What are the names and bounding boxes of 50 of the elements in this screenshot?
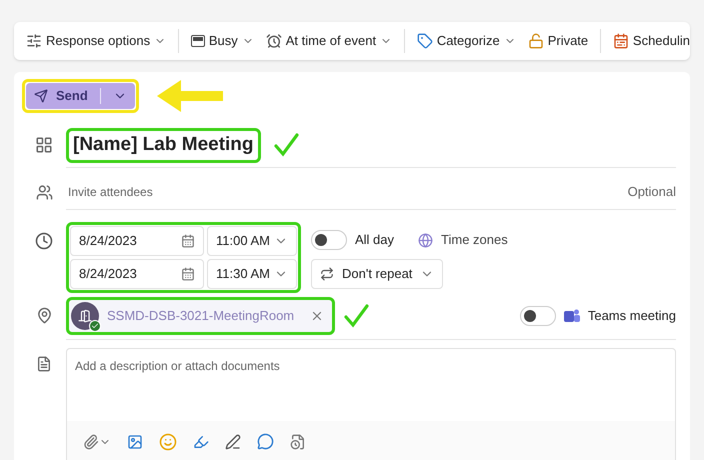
document-icon xyxy=(36,356,52,372)
pointing-arrow-drawing xyxy=(154,78,225,114)
toolbar-button[interactable]: Busy xyxy=(190,31,254,51)
toggle-switch[interactable] xyxy=(311,230,347,250)
people-icon xyxy=(36,184,52,201)
repeat-dropdown[interactable]: Don't repeat xyxy=(311,259,444,289)
check-mark-icon xyxy=(272,132,299,158)
pen-icon[interactable] xyxy=(225,434,241,450)
room-avatar xyxy=(71,302,99,330)
all-day-label: All day xyxy=(355,231,394,250)
send-button[interactable]: Send xyxy=(26,83,135,109)
calendar-icon xyxy=(181,234,195,248)
optional-link[interactable]: Optional xyxy=(628,182,676,202)
toolbar-button[interactable]: Private xyxy=(528,31,588,51)
speech-bubble-icon[interactable] xyxy=(257,433,274,450)
toolbar-button[interactable]: Response options xyxy=(26,31,166,51)
toggle-switch[interactable] xyxy=(520,306,556,326)
toolbar-button[interactable]: At time of event xyxy=(266,31,392,51)
image-icon[interactable] xyxy=(127,434,143,450)
room-name: SSMD-DSB-3021-MeetingRoom xyxy=(107,306,294,325)
toolbar-button[interactable]: Schedulin xyxy=(612,31,690,51)
teams-logo-icon xyxy=(564,308,580,324)
date-field[interactable]: 8/24/2023 xyxy=(70,226,204,256)
sliders-icon xyxy=(26,33,42,49)
invite-attendees-field[interactable]: Invite attendees xyxy=(66,183,153,201)
send-icon xyxy=(34,89,48,103)
description-placeholder: Add a description or attach documents xyxy=(74,358,281,374)
alarm-clock-icon xyxy=(266,33,282,49)
padlock-icon xyxy=(528,33,544,49)
highlighter-icon[interactable] xyxy=(193,434,209,450)
repeat-icon xyxy=(320,267,334,281)
calendar-icon xyxy=(181,266,195,280)
description-field[interactable]: Add a description or attach documents xyxy=(66,348,676,460)
clock-icon xyxy=(35,232,53,250)
check-mark-icon xyxy=(343,302,370,328)
title-field[interactable]: [Name] Lab Meeting xyxy=(66,128,261,162)
paperclip-icon xyxy=(83,434,99,450)
teams-meeting-label: Teams meeting xyxy=(588,306,676,325)
time-dropdown[interactable]: 11:30 AM xyxy=(207,258,297,288)
date-field[interactable]: 8/24/2023 xyxy=(70,258,204,288)
location-pin-icon xyxy=(36,307,52,324)
globe-icon xyxy=(418,232,434,248)
attach-button[interactable] xyxy=(83,434,111,450)
time-zones-link[interactable]: Time zones xyxy=(441,230,508,250)
toolbar-button[interactable]: Categorize xyxy=(416,31,516,51)
tag-icon xyxy=(416,33,433,49)
calendar-icon xyxy=(612,33,629,49)
document-clock-icon[interactable] xyxy=(290,434,306,450)
time-dropdown[interactable]: 11:00 AM xyxy=(207,226,297,256)
grid-icon xyxy=(35,136,53,154)
